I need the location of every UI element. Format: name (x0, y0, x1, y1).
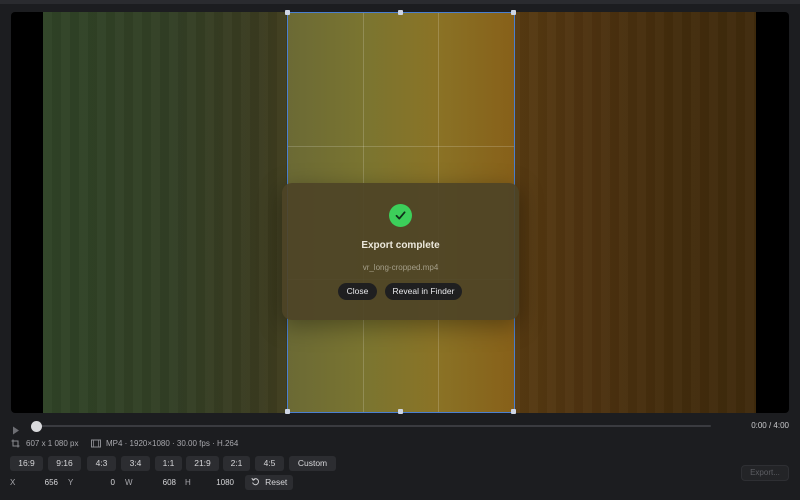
crop-icon (11, 439, 20, 450)
reveal-in-finder-button[interactable]: Reveal in Finder (385, 283, 462, 300)
h-label: H (185, 478, 191, 487)
checkmark-icon (389, 204, 412, 227)
ratio-3-4-button[interactable]: 3:4 (121, 456, 150, 471)
y-label: Y (68, 478, 74, 487)
exported-filename: vr_long-cropped.mp4 (362, 263, 439, 272)
x-label: X (10, 478, 16, 487)
ratio-custom-button[interactable]: Custom (289, 456, 336, 471)
h-field[interactable]: 1080 (212, 478, 234, 487)
crop-size: 607 x 1 080 px (26, 439, 79, 448)
reset-button[interactable]: Reset (245, 475, 293, 490)
y-field[interactable]: 0 (100, 478, 115, 487)
ratio-16-9-button[interactable]: 16:9 (10, 456, 43, 471)
title-bar (0, 0, 800, 4)
w-label: W (125, 478, 133, 487)
ratio-4-3-button[interactable]: 4:3 (87, 456, 116, 471)
crop-handle-bottom-right[interactable] (511, 409, 516, 414)
crop-handle-bottom[interactable] (398, 409, 403, 414)
rotate-ccw-icon (251, 477, 259, 486)
timecode: 0:00 / 4:00 (751, 421, 789, 430)
ratio-2-1-button[interactable]: 2:1 (223, 456, 250, 471)
crop-handle-top[interactable] (398, 10, 403, 15)
scrubber-track[interactable] (35, 425, 711, 427)
ratio-4-5-button[interactable]: 4:5 (255, 456, 284, 471)
x-field[interactable]: 656 (40, 478, 58, 487)
crop-handle-bottom-left[interactable] (285, 409, 290, 414)
export-button[interactable]: Export... (741, 465, 789, 481)
crop-grid-line (288, 146, 514, 147)
w-field[interactable]: 608 (158, 478, 176, 487)
dialog-title: Export complete (361, 240, 440, 251)
film-icon (91, 439, 101, 450)
source-info: MP4 · 1920×1080 · 30.00 fps · H.264 (106, 439, 239, 448)
ratio-21-9-button[interactable]: 21:9 (186, 456, 219, 471)
ratio-9-16-button[interactable]: 9:16 (48, 456, 81, 471)
crop-handle-top-left[interactable] (285, 10, 290, 15)
scrubber-handle[interactable] (31, 421, 42, 432)
export-complete-dialog: Export complete vr_long-cropped.mp4 Clos… (282, 183, 519, 320)
ratio-1-1-button[interactable]: 1:1 (155, 456, 182, 471)
play-icon[interactable] (12, 422, 20, 440)
reset-label: Reset (265, 477, 288, 487)
crop-handle-top-right[interactable] (511, 10, 516, 15)
playback-bar: 0:00 / 4:00 (11, 420, 789, 435)
close-button[interactable]: Close (338, 283, 377, 300)
